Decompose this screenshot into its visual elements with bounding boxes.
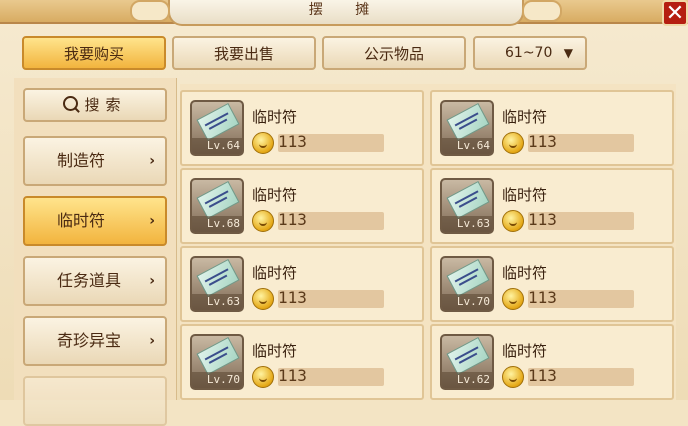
item-price: 113 bbox=[278, 366, 307, 385]
gold-coin-icon bbox=[502, 288, 524, 310]
gold-coin-icon bbox=[252, 132, 274, 154]
category-label: 制造符 bbox=[57, 151, 106, 170]
category-partial[interactable] bbox=[23, 376, 167, 426]
item-level: Lv.70 bbox=[192, 372, 242, 388]
item-card[interactable]: Lv.64 临时符 113 bbox=[430, 90, 674, 166]
gold-coin-icon bbox=[252, 210, 274, 232]
item-level: Lv.62 bbox=[442, 372, 492, 388]
dropdown-arrow-icon: ▼ bbox=[563, 46, 573, 60]
gold-coin-icon bbox=[502, 210, 524, 232]
close-button[interactable]: ✕ bbox=[662, 0, 688, 26]
item-name: 临时符 bbox=[502, 186, 548, 204]
level-range-value: 61~70 bbox=[505, 45, 553, 61]
item-price: 113 bbox=[278, 210, 307, 229]
category-rare-treasures[interactable]: 奇珍异宝 › bbox=[23, 316, 167, 366]
item-price: 113 bbox=[528, 132, 557, 151]
item-name: 临时符 bbox=[502, 342, 548, 360]
talisman-item-icon: Lv.70 bbox=[440, 256, 494, 312]
item-name: 临时符 bbox=[502, 264, 548, 282]
gold-coin-icon bbox=[252, 366, 274, 388]
item-card[interactable]: Lv.62 临时符 113 bbox=[430, 324, 674, 400]
gold-coin-icon bbox=[252, 288, 274, 310]
search-label: 搜索 bbox=[84, 96, 127, 114]
talisman-item-icon: Lv.63 bbox=[190, 256, 244, 312]
chevron-right-icon: › bbox=[149, 273, 155, 289]
item-card[interactable]: Lv.68 临时符 113 bbox=[180, 168, 424, 244]
talisman-item-icon: Lv.62 bbox=[440, 334, 494, 390]
item-price: 113 bbox=[528, 288, 557, 307]
item-name: 临时符 bbox=[252, 186, 298, 204]
item-name: 临时符 bbox=[252, 342, 298, 360]
item-price: 113 bbox=[528, 366, 557, 385]
item-level: Lv.63 bbox=[192, 294, 242, 310]
chevron-right-icon: › bbox=[149, 153, 155, 169]
item-name: 临时符 bbox=[502, 108, 548, 126]
chevron-right-icon: › bbox=[149, 333, 155, 349]
item-name: 临时符 bbox=[252, 264, 298, 282]
category-label: 奇珍异宝 bbox=[57, 331, 122, 350]
window-title: 摆 摊 bbox=[130, 0, 562, 26]
item-level: Lv.64 bbox=[192, 138, 242, 154]
category-temporary-talisman[interactable]: 临时符 › bbox=[23, 196, 167, 246]
talisman-item-icon: Lv.64 bbox=[440, 100, 494, 156]
talisman-item-icon: Lv.70 bbox=[190, 334, 244, 390]
tab-sell[interactable]: 我要出售 bbox=[172, 36, 316, 70]
search-button[interactable]: 搜索 bbox=[23, 88, 167, 122]
item-level: Lv.70 bbox=[442, 294, 492, 310]
talisman-item-icon: Lv.64 bbox=[190, 100, 244, 156]
search-icon bbox=[63, 96, 79, 111]
item-price: 113 bbox=[528, 210, 557, 229]
item-price: 113 bbox=[278, 132, 307, 151]
item-card[interactable]: Lv.64 临时符 113 bbox=[180, 90, 424, 166]
item-level: Lv.68 bbox=[192, 216, 242, 232]
item-level: Lv.64 bbox=[442, 138, 492, 154]
item-card[interactable]: Lv.63 临时符 113 bbox=[180, 246, 424, 322]
item-name: 临时符 bbox=[252, 108, 298, 126]
category-label: 任务道具 bbox=[57, 271, 122, 290]
tab-public-items[interactable]: 公示物品 bbox=[322, 36, 466, 70]
item-price: 113 bbox=[278, 288, 307, 307]
level-range-dropdown[interactable]: 61~70 ▼ bbox=[473, 36, 587, 70]
item-card[interactable]: Lv.70 临时符 113 bbox=[430, 246, 674, 322]
category-manufacture-talisman[interactable]: 制造符 › bbox=[23, 136, 167, 186]
gold-coin-icon bbox=[502, 366, 524, 388]
chevron-right-icon: › bbox=[149, 213, 155, 229]
close-icon: ✕ bbox=[665, 1, 685, 26]
talisman-item-icon: Lv.68 bbox=[190, 178, 244, 234]
category-quest-items[interactable]: 任务道具 › bbox=[23, 256, 167, 306]
category-label: 临时符 bbox=[57, 211, 106, 230]
tab-buy[interactable]: 我要购买 bbox=[22, 36, 166, 70]
item-grid: Lv.64 临时符 113 Lv.64 临时符 113 Lv.68 临时符 11… bbox=[180, 84, 676, 400]
item-card[interactable]: Lv.70 临时符 113 bbox=[180, 324, 424, 400]
item-card[interactable]: Lv.63 临时符 113 bbox=[430, 168, 674, 244]
talisman-item-icon: Lv.63 bbox=[440, 178, 494, 234]
gold-coin-icon bbox=[502, 132, 524, 154]
item-level: Lv.63 bbox=[442, 216, 492, 232]
